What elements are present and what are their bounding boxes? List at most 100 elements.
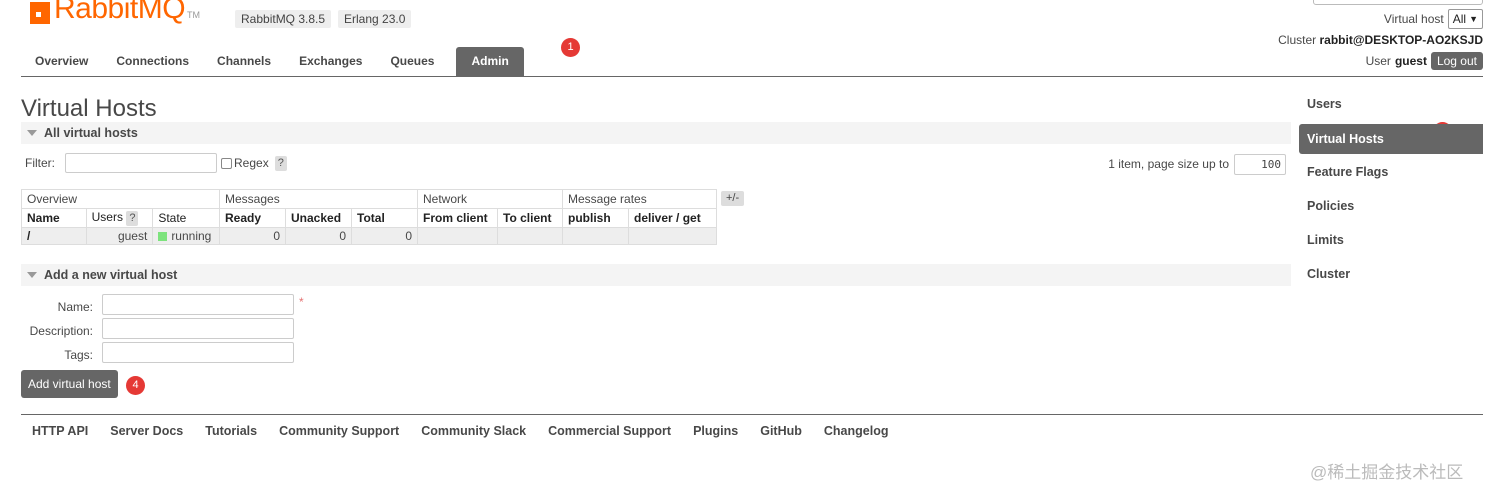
tab-admin[interactable]: Admin: [456, 47, 524, 76]
required-mark: *: [299, 295, 304, 309]
sidebar-item-feature-flags[interactable]: Feature Flags: [1299, 158, 1483, 192]
footer-link-community-slack[interactable]: Community Slack: [421, 424, 526, 438]
sidebar-item-limits[interactable]: Limits: [1299, 226, 1483, 260]
running-status-icon: [158, 232, 168, 241]
logo-suffix-text: MQ: [137, 0, 186, 25]
footer-link-tutorials[interactable]: Tutorials: [205, 424, 257, 438]
footer-link-server-docs[interactable]: Server Docs: [110, 424, 183, 438]
all-vhosts-section-title: All virtual hosts: [44, 126, 138, 140]
regex-checkbox[interactable]: [221, 157, 232, 169]
footer-links: HTTP API Server Docs Tutorials Community…: [32, 424, 888, 438]
tab-overview[interactable]: Overview: [21, 47, 102, 76]
footer-link-changelog[interactable]: Changelog: [824, 424, 889, 438]
col-unacked[interactable]: Unacked: [285, 208, 352, 228]
footer-link-plugins[interactable]: Plugins: [693, 424, 738, 438]
col-from-client[interactable]: From client: [417, 208, 498, 228]
group-header-overview: Overview: [21, 189, 220, 209]
page-size-input[interactable]: 100: [1234, 154, 1286, 175]
tab-divider: [21, 76, 1483, 77]
tags-label: Tags:: [64, 348, 93, 362]
main-tabs: Overview Connections Channels Exchanges …: [21, 47, 524, 76]
logo-tm: TM: [187, 10, 201, 20]
add-vhost-section-toggle[interactable]: Add a new virtual host: [21, 264, 1291, 286]
col-publish[interactable]: publish: [562, 208, 629, 228]
rabbit-logo-icon: [30, 2, 50, 24]
vhost-name-input[interactable]: [102, 294, 294, 315]
footer-divider: [21, 414, 1483, 415]
tab-channels[interactable]: Channels: [203, 47, 285, 76]
add-vhost-section-title: Add a new virtual host: [44, 268, 178, 282]
user-info: User guest Log out: [1366, 52, 1483, 70]
refresh-select[interactable]: [1313, 0, 1483, 5]
name-label: Name:: [57, 300, 93, 314]
vhost-state-label: running: [171, 229, 212, 243]
chevron-down-icon: ▼: [1469, 14, 1478, 24]
sidebar-item-policies[interactable]: Policies: [1299, 192, 1483, 226]
erlang-version-badge: Erlang 23.0: [338, 10, 412, 28]
footer-link-community-support[interactable]: Community Support: [279, 424, 399, 438]
page-title: Virtual Hosts: [21, 95, 157, 122]
rabbitmq-logo[interactable]: RabbitMQ TM: [30, 0, 200, 24]
vhost-ready: 0: [219, 227, 286, 245]
collapse-triangle-icon: [27, 130, 37, 136]
col-ready[interactable]: Ready: [219, 208, 286, 228]
filter-row: Filter: Regex ?: [25, 153, 287, 173]
tab-connections[interactable]: Connections: [102, 47, 203, 76]
annotation-marker-1: 1: [561, 38, 580, 57]
filter-input[interactable]: [65, 153, 217, 173]
regex-label: Regex: [234, 156, 269, 170]
all-vhosts-section-toggle[interactable]: All virtual hosts: [21, 122, 1291, 144]
table-row: / guest running 0 0 0: [21, 227, 717, 245]
watermark-text: @稀土掘金技术社区: [1310, 463, 1464, 482]
group-header-message-rates: Message rates: [562, 189, 717, 209]
vhost-name-link[interactable]: /: [21, 227, 87, 245]
sidebar-item-virtual-hosts[interactable]: Virtual Hosts: [1299, 124, 1483, 154]
vhost-to-client: [497, 227, 563, 245]
vhost-description-input[interactable]: [102, 318, 294, 339]
logo-brand-text: Rabbit: [54, 0, 138, 25]
vhost-selector-row: Virtual host All ▼: [1384, 9, 1483, 29]
tab-exchanges[interactable]: Exchanges: [285, 47, 376, 76]
col-state[interactable]: State: [152, 208, 220, 228]
paging-info: 1 item, page size up to: [1108, 157, 1229, 171]
footer-link-http-api[interactable]: HTTP API: [32, 424, 88, 438]
vhost-from-client: [417, 227, 498, 245]
col-name[interactable]: Name: [21, 208, 87, 228]
col-users[interactable]: Users ?: [85, 208, 154, 228]
vhost-state: running: [152, 227, 220, 245]
cluster-name: rabbit@DESKTOP-AO2KSJD: [1319, 33, 1483, 47]
tab-queues[interactable]: Queues: [376, 47, 448, 76]
col-deliver-get[interactable]: deliver / get: [628, 208, 717, 228]
user-name: guest: [1394, 54, 1427, 68]
vhost-select[interactable]: All ▼: [1447, 9, 1483, 29]
vhost-label: Virtual host: [1383, 12, 1444, 26]
group-header-messages: Messages: [219, 189, 418, 209]
description-label: Description:: [29, 324, 93, 338]
user-label: User: [1365, 54, 1391, 68]
vhost-tags-input[interactable]: [102, 342, 294, 363]
regex-help-icon[interactable]: ?: [274, 155, 287, 171]
vhost-selected-value: All: [1452, 12, 1467, 26]
admin-sidebar: Users Virtual Hosts Feature Flags Polici…: [1299, 90, 1483, 294]
vhost-unacked: 0: [285, 227, 352, 245]
add-virtual-host-button[interactable]: Add virtual host: [21, 370, 118, 398]
footer-link-commercial-support[interactable]: Commercial Support: [548, 424, 671, 438]
cluster-label: Cluster: [1278, 33, 1317, 47]
group-header-network: Network: [417, 189, 563, 209]
col-to-client[interactable]: To client: [497, 208, 563, 228]
vhosts-table: Overview Messages Network Message rates …: [21, 189, 717, 245]
collapse-triangle-icon: [27, 272, 37, 278]
sidebar-item-users[interactable]: Users: [1299, 90, 1483, 124]
logout-button[interactable]: Log out: [1430, 52, 1483, 70]
vhost-users: guest: [85, 227, 154, 245]
col-total[interactable]: Total: [351, 208, 418, 228]
rabbitmq-version-badge: RabbitMQ 3.8.5: [235, 10, 332, 28]
columns-toggle-button[interactable]: +/-: [721, 191, 745, 206]
col-users-label: Users: [91, 210, 123, 224]
cluster-info: Cluster rabbit@DESKTOP-AO2KSJD: [1278, 33, 1483, 47]
annotation-marker-4: 4: [126, 376, 145, 395]
footer-link-github[interactable]: GitHub: [760, 424, 802, 438]
sidebar-item-cluster[interactable]: Cluster: [1299, 260, 1483, 294]
vhost-total: 0: [351, 227, 418, 245]
users-help-icon[interactable]: ?: [126, 211, 139, 226]
